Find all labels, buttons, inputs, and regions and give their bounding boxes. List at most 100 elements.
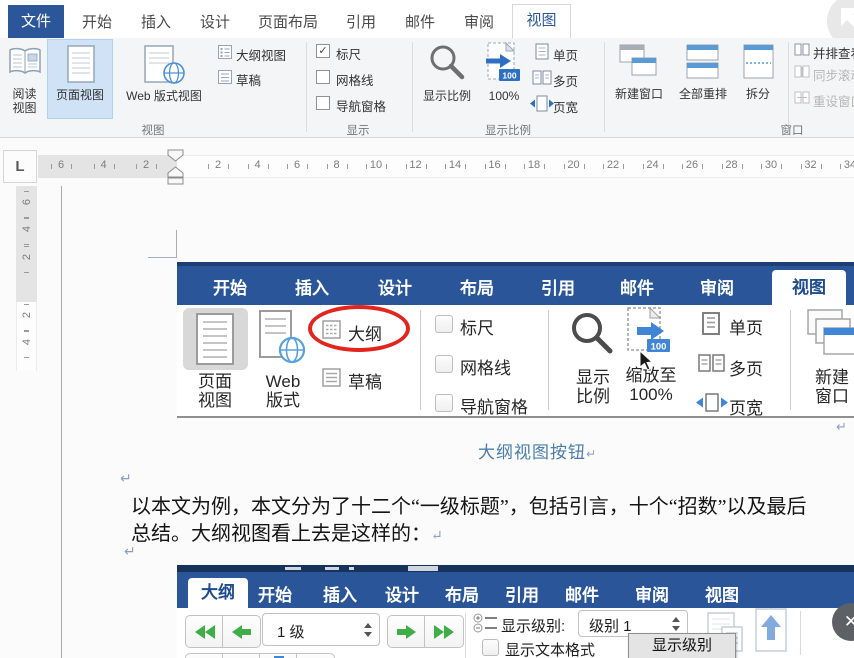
embedded2-tab: 布局 (445, 581, 479, 606)
ruler-tick (51, 164, 52, 169)
ruler-tick (347, 164, 348, 169)
embedded-image-outline-screenshot[interactable]: 大纲 开始 插入 设计 布局 引用 邮件 审阅 视图 1 级 (177, 565, 854, 658)
spinner-icon (671, 617, 681, 632)
ruler-number: 8 (327, 159, 347, 171)
embedded2-titlebar-strip (177, 565, 854, 572)
demote-to-body-button (424, 615, 464, 648)
embedded-zoom-icon (568, 311, 618, 357)
embedded-draft-label: 草稿 (348, 368, 382, 393)
close-outline-view-button: ✕ (832, 603, 854, 641)
ruler-number: 4 (94, 159, 114, 171)
embedded-new-window-label-1: 新建 (806, 368, 854, 387)
embedded-divider (800, 611, 801, 655)
ruler-number: 30 (761, 159, 781, 171)
body-paragraph-line-2[interactable]: 总结。大纲视图看上去是这样的：↵ (131, 517, 443, 546)
embedded-one-page-label: 单页 (729, 314, 763, 339)
embedded-new-window-label-2: 窗口 (806, 387, 854, 406)
outline-level-dropdown: 1 级 (262, 613, 380, 646)
embedded-tab: 插入 (295, 274, 329, 299)
embedded-tab: 开始 (213, 274, 247, 299)
cursor-anchor-hline (148, 257, 177, 258)
ruler-tick (24, 218, 29, 219)
embedded2-tab: 插入 (323, 581, 357, 606)
collapse-expand-icon (752, 607, 792, 655)
promote-to-heading1-button (185, 615, 224, 648)
embedded-tab: 审阅 (700, 274, 734, 299)
embedded-web-layout-icon (259, 310, 307, 368)
embedded-ruler-label: 标尺 (460, 314, 494, 339)
ruler-number: 4 (21, 332, 33, 352)
ruler-tick (366, 164, 367, 169)
ruler-tick (24, 246, 29, 247)
embedded-zoom-label-2: 比例 (567, 387, 619, 406)
ruler-tick (465, 164, 466, 169)
ruler-number: 22 (603, 159, 623, 171)
ruler-number: 2 (208, 159, 228, 171)
outline-tool-button (185, 653, 224, 658)
embedded-ruler-checkbox (435, 315, 453, 333)
outline-level-value: 1 级 (277, 621, 305, 642)
pilcrow-mark: ↵ (124, 543, 136, 560)
embedded2-tab: 审阅 (635, 581, 669, 606)
embedded2-tab-outline-selected: 大纲 (188, 578, 248, 608)
embedded-multi-page-label: 多页 (729, 355, 763, 380)
titlebar-icon-fragment (408, 566, 438, 571)
embedded-image-ribbon-screenshot[interactable]: 开始 插入 设计 布局 引用 邮件 审阅 视图 页面 视图 Web (177, 262, 854, 418)
ruler-tick (24, 191, 29, 192)
embedded-navpane-checkbox (435, 394, 453, 412)
pilcrow-mark: ↵ (586, 447, 597, 461)
embedded-divider (548, 310, 549, 410)
embedded-gridlines-label: 网格线 (460, 354, 511, 379)
embedded-one-page-icon (700, 312, 724, 336)
ruler-tick (505, 164, 506, 169)
ruler-tick (268, 164, 269, 169)
ruler-tick (426, 164, 427, 169)
ruler-tick (821, 164, 822, 169)
ruler-tick (327, 164, 328, 169)
ruler-number: 26 (682, 159, 702, 171)
titlebar-icon-fragment (349, 567, 354, 570)
pilcrow-mark: ↵ (431, 529, 443, 544)
outline-tool-button (259, 653, 298, 658)
ruler-number: 24 (643, 159, 663, 171)
show-level-value: 级别 1 (589, 615, 632, 636)
indent-markers[interactable] (166, 149, 186, 186)
embedded-multi-page-icon (698, 354, 726, 374)
ruler-number: 2 (21, 305, 33, 325)
outline-tool-button (296, 653, 335, 658)
ruler-tick (722, 164, 723, 169)
embedded2-tab: 开始 (258, 581, 292, 606)
ruler-tick (643, 164, 644, 169)
word-window: 文件 开始 插入 设计 页面布局 引用 邮件 审阅 视图 阅读 视图 (0, 0, 854, 658)
ruler-tick (24, 244, 29, 245)
ruler-tick (94, 164, 95, 169)
ruler-tick (761, 164, 762, 169)
vertical-ruler[interactable]: 64224 (0, 0, 40, 658)
ruler-tick (623, 164, 624, 169)
show-text-format-checkbox (482, 639, 499, 656)
ruler-number: 14 (445, 159, 465, 171)
ruler-tick (584, 164, 585, 169)
spinner-icon (363, 623, 373, 638)
embedded-web-layout-label-2: 版式 (255, 391, 311, 410)
cursor-anchor-vline (176, 230, 177, 258)
ruler-tick (24, 331, 29, 332)
embedded-divider (790, 310, 791, 410)
embedded2-tab-bar: 大纲 开始 插入 设计 布局 引用 邮件 审阅 视图 (177, 572, 854, 608)
embedded-tab: 邮件 (620, 274, 654, 299)
page-left-edge (61, 186, 62, 658)
ruler-tick (445, 164, 446, 169)
ruler-number: 6 (51, 159, 71, 171)
embedded2-tab: 设计 (385, 581, 419, 606)
horizontal-ruler[interactable]: 642246810121416182022242628303234 (0, 0, 854, 185)
body-paragraph-line-1[interactable]: 以本文为例，本文分为了十二个“一级标题”，包括引言，十个“招数”以及最后 (131, 490, 854, 519)
ruler-number: 32 (801, 159, 821, 171)
image-caption[interactable]: 大纲视图按钮↵ (478, 438, 597, 463)
embedded-web-layout-label-1: Web (255, 372, 311, 391)
ruler-number: 18 (524, 159, 544, 171)
embedded-tab: 引用 (541, 274, 575, 299)
ruler-tick (840, 164, 841, 169)
ruler-tick (742, 164, 743, 169)
ruler-tick (702, 164, 703, 169)
embedded-zoom-100-icon: 100 (626, 306, 674, 356)
